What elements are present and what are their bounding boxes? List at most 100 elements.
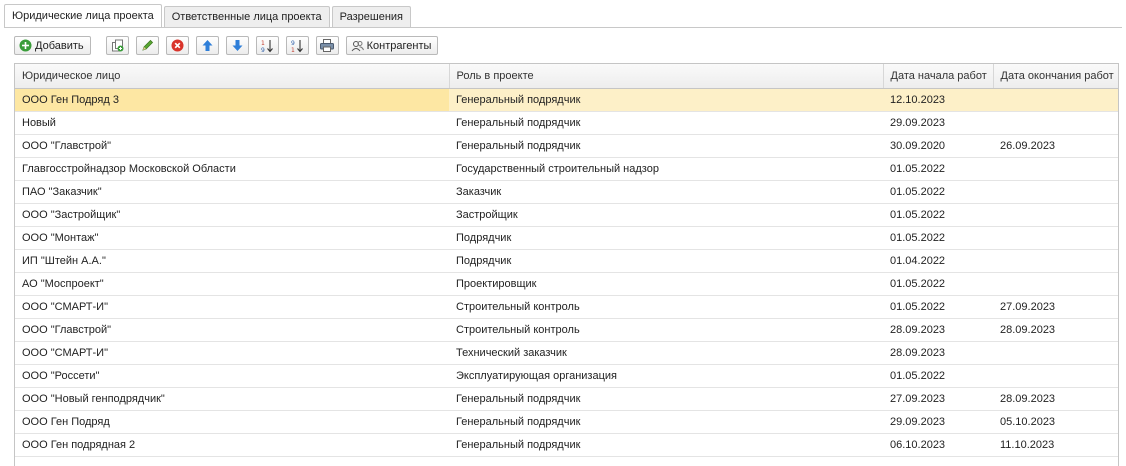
cell-role: Заказчик [449, 180, 883, 204]
sort-desc-button[interactable]: 91 [285, 36, 309, 55]
cell-end-date [993, 180, 1118, 204]
cell-legal-entity: ООО "Россети" [15, 364, 449, 388]
cell-start-date: 01.05.2022 [883, 203, 993, 227]
cell-role: Застройщик [449, 203, 883, 227]
add-icon [19, 39, 32, 52]
table-row[interactable]: ИП "Штейн А.А." Подрядчик 01.04.2022 [15, 249, 1118, 273]
svg-text:9: 9 [291, 40, 295, 47]
cell-start-date: 01.05.2022 [883, 226, 993, 250]
table-row[interactable]: ПАО "Заказчик" Заказчик 01.05.2022 [15, 180, 1118, 204]
edit-button[interactable] [135, 36, 159, 55]
column-header-end-date[interactable]: Дата окончания работ [993, 64, 1118, 89]
toolbar: Добавить 19 91 Контрагенты [14, 35, 445, 56]
table-row[interactable]: ООО "Монтаж" Подрядчик 01.05.2022 [15, 226, 1118, 250]
cell-legal-entity: Главгосстройнадзор Московской Области [15, 157, 449, 181]
cell-legal-entity: ООО "Новый генподрядчик" [15, 387, 449, 411]
table-body: ООО Ген Подряд 3 Генеральный подрядчик 12.… [15, 88, 1118, 457]
cell-end-date [993, 249, 1118, 273]
cell-start-date: 12.10.2023 [883, 88, 993, 112]
table-row[interactable]: ООО "Главстрой" Генеральный подрядчик 30.0… [15, 134, 1118, 158]
table-row[interactable]: ООО "Главстрой" Строительный контроль 28.0… [15, 318, 1118, 342]
svg-text:9: 9 [261, 47, 265, 53]
cell-end-date [993, 364, 1118, 388]
cell-end-date: 27.09.2023 [993, 295, 1118, 319]
cell-end-date [993, 203, 1118, 227]
cell-legal-entity: ООО "Главстрой" [15, 134, 449, 158]
copy-icon [111, 39, 124, 52]
cell-end-date: 05.10.2023 [993, 410, 1118, 434]
delete-button[interactable] [165, 36, 189, 55]
sort-asc-button[interactable]: 19 [255, 36, 279, 55]
table-row[interactable]: ООО Ген Подряд Генеральный подрядчик 29.09… [15, 410, 1118, 434]
table-row[interactable]: ООО "Застройщик" Застройщик 01.05.2022 [15, 203, 1118, 227]
add-button-label: Добавить [35, 39, 84, 52]
cell-role: Государственный строительный надзор [449, 157, 883, 181]
column-header-role[interactable]: Роль в проекте [449, 64, 884, 89]
table-row[interactable]: ООО "СМАРТ-И" Строительный контроль 01.05.… [15, 295, 1118, 319]
edit-icon [141, 39, 154, 52]
table-row[interactable]: ООО "Новый генподрядчик" Генеральный подр… [15, 387, 1118, 411]
cell-start-date: 28.09.2023 [883, 341, 993, 365]
cell-role: Строительный контроль [449, 318, 883, 342]
cell-end-date: 28.09.2023 [993, 318, 1118, 342]
cell-role: Технический заказчик [449, 341, 883, 365]
cell-legal-entity: ИП "Штейн А.А." [15, 249, 449, 273]
cell-end-date [993, 88, 1118, 112]
cell-role: Генеральный подрядчик [449, 410, 883, 434]
table-row[interactable]: Новый Генеральный подрядчик 29.09.2023 [15, 111, 1118, 135]
print-button[interactable] [315, 36, 339, 55]
table-row[interactable]: ООО "Россети" Эксплуатирующая организация… [15, 364, 1118, 388]
cell-role: Генеральный подрядчик [449, 134, 883, 158]
cell-end-date: 11.10.2023 [993, 433, 1118, 457]
cell-start-date: 29.09.2023 [883, 410, 993, 434]
counterparties-button-label: Контрагенты [366, 39, 432, 52]
cell-legal-entity: ООО "Главстрой" [15, 318, 449, 342]
svg-text:1: 1 [261, 40, 265, 47]
column-header-start-date[interactable]: Дата начала работ [883, 64, 994, 89]
svg-text:1: 1 [291, 47, 295, 53]
cell-role: Подрядчик [449, 249, 883, 273]
counterparties-icon [351, 40, 364, 52]
cell-start-date: 30.09.2020 [883, 134, 993, 158]
cell-start-date: 28.09.2023 [883, 318, 993, 342]
cell-role: Строительный контроль [449, 295, 883, 319]
print-icon [320, 39, 335, 52]
cell-start-date: 01.04.2022 [883, 249, 993, 273]
tab-responsible-persons[interactable]: Ответственные лица проекта [163, 6, 330, 27]
cell-end-date [993, 111, 1118, 135]
tab-legal-entities[interactable]: Юридические лица проекта [4, 4, 162, 27]
cell-end-date: 26.09.2023 [993, 134, 1118, 158]
cell-start-date: 29.09.2023 [883, 111, 993, 135]
cell-legal-entity: ООО "Монтаж" [15, 226, 449, 250]
cell-start-date: 27.09.2023 [883, 387, 993, 411]
cell-end-date [993, 226, 1118, 250]
counterparties-button[interactable]: Контрагенты [345, 36, 439, 55]
move-down-button[interactable] [225, 36, 249, 55]
table-header-row: Юридическое лицо Роль в проекте Дата нач… [15, 64, 1118, 89]
cell-legal-entity: АО "Моспроект" [15, 272, 449, 296]
table-row[interactable]: ООО Ген подрядная 2 Генеральный подрядчик… [15, 433, 1118, 457]
sort-desc-icon: 91 [291, 39, 304, 53]
cell-role: Генеральный подрядчик [449, 387, 883, 411]
cell-legal-entity: ООО Ген Подряд 3 [15, 88, 449, 112]
cell-end-date: 28.09.2023 [993, 387, 1118, 411]
copy-button[interactable] [105, 36, 129, 55]
cell-legal-entity: ООО "СМАРТ-И" [15, 341, 449, 365]
tab-permits[interactable]: Разрешения [331, 6, 412, 27]
tab-divider [4, 27, 1122, 28]
tab-bar: Юридические лица проекта Ответственные л… [4, 4, 413, 27]
add-button[interactable]: Добавить [14, 36, 91, 55]
cell-start-date: 01.05.2022 [883, 157, 993, 181]
cell-start-date: 06.10.2023 [883, 433, 993, 457]
legal-entities-grid: Юридическое лицо Роль в проекте Дата нач… [14, 63, 1119, 466]
table-row[interactable]: ООО Ген Подряд 3 Генеральный подрядчик 12.… [15, 88, 1118, 112]
table-row[interactable]: АО "Моспроект" Проектировщик 01.05.2022 [15, 272, 1118, 296]
table-row[interactable]: ООО "СМАРТ-И" Технический заказчик 28.09.2… [15, 341, 1118, 365]
table-row[interactable]: Главгосстройнадзор Московской Области Гос… [15, 157, 1118, 181]
cell-legal-entity: ПАО "Заказчик" [15, 180, 449, 204]
cell-role: Проектировщик [449, 272, 883, 296]
column-header-legal-entity[interactable]: Юридическое лицо [15, 64, 450, 89]
cell-end-date [993, 341, 1118, 365]
move-up-button[interactable] [195, 36, 219, 55]
cell-start-date: 01.05.2022 [883, 180, 993, 204]
